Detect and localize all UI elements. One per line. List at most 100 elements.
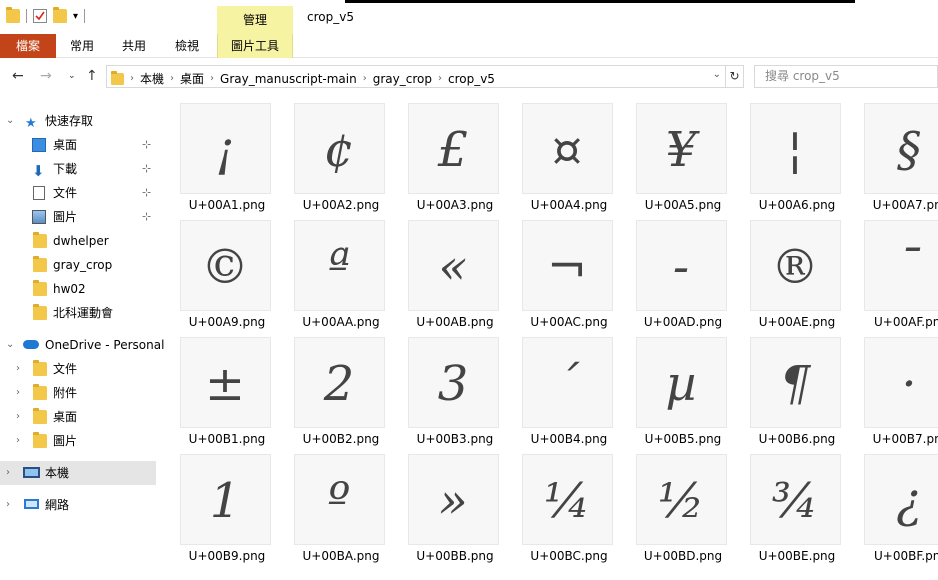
crumb-gray-manuscript[interactable]: Gray_manuscript-main [220, 72, 357, 86]
recent-locations-icon[interactable]: ⌄ [68, 71, 76, 81]
image-thumbnail[interactable]: ¶ [750, 337, 841, 428]
image-thumbnail[interactable]: ª [294, 220, 385, 311]
file-item[interactable]: ¡ U+00A1.png [170, 100, 276, 217]
chevron-right-icon[interactable]: › [16, 357, 20, 381]
image-thumbnail[interactable]: ¤ [522, 103, 613, 194]
chevron-right-icon[interactable]: › [6, 461, 10, 485]
file-item[interactable]: ¬ U+00AC.png [512, 217, 618, 334]
image-thumbnail[interactable]: ¯ [864, 220, 938, 311]
file-item[interactable]: ¼ U+00BC.png [512, 451, 618, 568]
tab-file[interactable]: 檔案 [0, 34, 56, 58]
pin-icon[interactable]: ⊹ [142, 157, 151, 181]
chevron-down-icon[interactable]: ⌄ [6, 109, 14, 133]
sidebar-item-downloads[interactable]: ⬇ 下載 ⊹ [0, 157, 156, 181]
image-thumbnail[interactable]: ¾ [750, 454, 841, 545]
image-thumbnail[interactable]: ´ [522, 337, 613, 428]
image-thumbnail[interactable]: - [636, 220, 727, 311]
image-thumbnail[interactable]: 2 [294, 337, 385, 428]
file-item[interactable]: ½ U+00BD.png [626, 451, 732, 568]
tab-view[interactable]: 檢視 [163, 34, 211, 58]
file-item[interactable]: - U+00AD.png [626, 217, 732, 334]
tab-share[interactable]: 共用 [110, 34, 158, 58]
new-folder-icon[interactable] [53, 7, 67, 23]
file-item[interactable]: ¦ U+00A6.png [740, 100, 846, 217]
image-thumbnail[interactable]: ± [180, 337, 271, 428]
chevron-right-icon[interactable]: › [210, 73, 214, 84]
crumb-crop-v5[interactable]: crop_v5 [448, 72, 495, 86]
chevron-right-icon[interactable]: › [16, 429, 20, 453]
image-thumbnail[interactable]: µ [636, 337, 727, 428]
crumb-gray-crop[interactable]: gray_crop [373, 72, 432, 86]
file-item[interactable]: § U+00A7.png [854, 100, 938, 217]
file-item[interactable]: © U+00A9.png [170, 217, 276, 334]
file-item[interactable]: » U+00BB.png [398, 451, 504, 568]
file-item[interactable]: ¢ U+00A2.png [284, 100, 390, 217]
sidebar-item-onedrive-folder[interactable]: › 桌面 [0, 405, 156, 429]
pin-icon[interactable]: ⊹ [142, 133, 151, 157]
image-thumbnail[interactable]: ¡ [180, 103, 271, 194]
refresh-icon[interactable]: ↻ [726, 65, 744, 88]
context-tab-manage[interactable]: 管理 [217, 6, 293, 34]
sidebar-item-onedrive-folder[interactable]: › 文件 [0, 357, 156, 381]
chevron-right-icon[interactable]: › [170, 73, 174, 84]
pin-icon[interactable]: ⊹ [142, 181, 151, 205]
search-input[interactable]: 搜尋 crop_v5 [754, 65, 938, 88]
image-thumbnail[interactable]: ® [750, 220, 841, 311]
chevron-right-icon[interactable]: › [16, 405, 20, 429]
file-item[interactable]: µ U+00B5.png [626, 334, 732, 451]
file-item[interactable]: ± U+00B1.png [170, 334, 276, 451]
file-item[interactable]: ¤ U+00A4.png [512, 100, 618, 217]
file-item[interactable]: ¾ U+00BE.png [740, 451, 846, 568]
back-arrow-icon[interactable]: ← [12, 68, 24, 84]
sidebar-item-folder[interactable]: dwhelper [0, 229, 156, 253]
file-item[interactable]: ¯ U+00AF.png [854, 217, 938, 334]
image-thumbnail[interactable]: · [864, 337, 938, 428]
file-item[interactable]: ª U+00AA.png [284, 217, 390, 334]
file-item[interactable]: ¶ U+00B6.png [740, 334, 846, 451]
tab-picture-tools[interactable]: 圖片工具 [217, 34, 293, 58]
sidebar-item-onedrive-folder[interactable]: › 附件 [0, 381, 156, 405]
sidebar-item-folder[interactable]: hw02 [0, 277, 156, 301]
tab-home[interactable]: 常用 [58, 34, 106, 58]
image-thumbnail[interactable]: ¼ [522, 454, 613, 545]
image-thumbnail[interactable]: º [294, 454, 385, 545]
sidebar-item-documents[interactable]: 文件 ⊹ [0, 181, 156, 205]
file-item[interactable]: 2 U+00B2.png [284, 334, 390, 451]
file-item[interactable]: º U+00BA.png [284, 451, 390, 568]
image-thumbnail[interactable]: § [864, 103, 938, 194]
chevron-right-icon[interactable]: › [6, 493, 10, 517]
image-thumbnail[interactable]: « [408, 220, 499, 311]
image-thumbnail[interactable]: © [180, 220, 271, 311]
file-item[interactable]: ¿ U+00BF.png [854, 451, 938, 568]
forward-arrow-icon[interactable]: → [40, 68, 52, 84]
file-item[interactable]: 3 U+00B3.png [398, 334, 504, 451]
chevron-right-icon[interactable]: › [438, 73, 442, 84]
image-thumbnail[interactable]: ¥ [636, 103, 727, 194]
file-item[interactable]: £ U+00A3.png [398, 100, 504, 217]
address-bar[interactable]: › 本機 › 桌面 › Gray_manuscript-main › gray_… [106, 65, 726, 88]
sidebar-item-desktop[interactable]: 桌面 ⊹ [0, 133, 156, 157]
chevron-right-icon[interactable]: › [130, 73, 134, 84]
sidebar-item-folder[interactable]: gray_crop [0, 253, 156, 277]
file-item[interactable]: « U+00AB.png [398, 217, 504, 334]
crumb-this-pc[interactable]: 本機 [140, 70, 164, 87]
image-thumbnail[interactable]: ¿ [864, 454, 938, 545]
sidebar-item-folder[interactable]: 北科運動會 [0, 301, 156, 325]
image-thumbnail[interactable]: 3 [408, 337, 499, 428]
file-item[interactable]: ® U+00AE.png [740, 217, 846, 334]
file-item[interactable]: · U+00B7.png [854, 334, 938, 451]
image-thumbnail[interactable]: » [408, 454, 499, 545]
sidebar-item-network[interactable]: › 網路 [0, 493, 156, 517]
sidebar-item-quick-access[interactable]: ⌄ ★ 快速存取 [0, 109, 156, 133]
customize-toolbar-icon[interactable]: ▾ [73, 11, 78, 22]
sidebar-item-this-pc[interactable]: › 本機 [0, 461, 156, 485]
chevron-down-icon[interactable]: ⌄ [6, 333, 14, 357]
properties-icon[interactable] [33, 9, 47, 23]
chevron-down-icon[interactable]: ⌄ [713, 69, 721, 80]
crumb-desktop[interactable]: 桌面 [180, 70, 204, 87]
image-thumbnail[interactable]: ¢ [294, 103, 385, 194]
sidebar-item-onedrive-folder[interactable]: › 圖片 [0, 429, 156, 453]
image-thumbnail[interactable]: £ [408, 103, 499, 194]
file-item[interactable]: 1 U+00B9.png [170, 451, 276, 568]
chevron-right-icon[interactable]: › [16, 381, 20, 405]
